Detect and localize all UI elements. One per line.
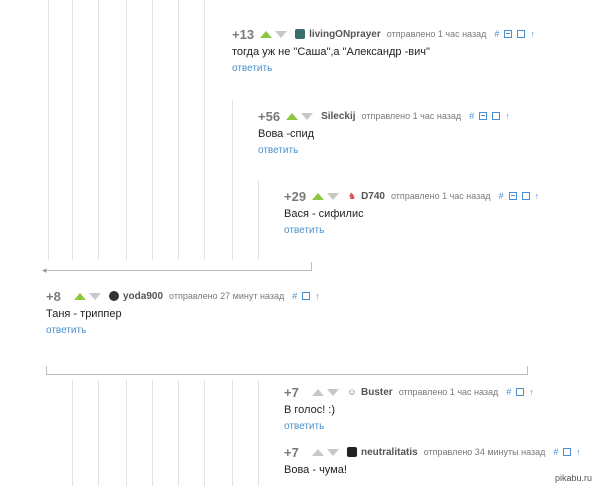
comment: +56 Sileckij отправлено 1 час назад # ↑ … bbox=[258, 108, 515, 158]
comment-text: Вова - чума! bbox=[284, 464, 347, 476]
comment-text: тогда уж не "Саша",а "Александр -вич" bbox=[232, 46, 430, 58]
thread-line bbox=[48, 0, 49, 260]
hash-link[interactable]: # bbox=[494, 29, 499, 39]
up-link[interactable]: ↑ bbox=[529, 387, 534, 397]
thread-line bbox=[126, 380, 127, 486]
comment-text: Вова -спид bbox=[258, 128, 315, 140]
thread-line bbox=[204, 380, 205, 486]
comment-rating: +56 bbox=[258, 108, 281, 124]
comment-time: отправлено 1 час назад bbox=[386, 29, 487, 39]
comment-rating: +13 bbox=[232, 26, 255, 42]
avatar[interactable]: ♞ bbox=[347, 191, 358, 201]
avatar[interactable]: ☺ bbox=[347, 387, 357, 397]
comment-time: отправлено 27 минут назад bbox=[169, 291, 285, 301]
save-icon[interactable] bbox=[521, 192, 530, 200]
collapse-icon[interactable] bbox=[508, 192, 517, 200]
thread-line bbox=[98, 0, 99, 260]
up-link[interactable]: ↑ bbox=[576, 447, 581, 457]
comment: +7 neutralitatis отправлено 34 минуты на… bbox=[284, 444, 586, 477]
hash-link[interactable]: # bbox=[553, 447, 558, 457]
collapse-icon[interactable] bbox=[479, 112, 488, 120]
save-icon[interactable] bbox=[517, 30, 526, 38]
comment-rating: +29 bbox=[284, 188, 307, 204]
upvote-icon[interactable] bbox=[312, 388, 324, 396]
comment-text: Вася - сифилис bbox=[284, 208, 364, 220]
comment-rating: +8 bbox=[46, 288, 61, 304]
thread-line bbox=[98, 380, 99, 486]
thread-line bbox=[232, 100, 233, 260]
comment-text: В голос! :) bbox=[284, 404, 336, 416]
comment: +29 ♞ D740 отправлено 1 час назад # ↑ Ва… bbox=[284, 188, 544, 238]
thread-line bbox=[232, 380, 233, 486]
thread-line bbox=[72, 380, 73, 486]
comment: +8 yoda900 отправлено 27 минут назад # ↑… bbox=[46, 288, 325, 338]
thread-line bbox=[258, 380, 259, 486]
comment: +7 ☺ Buster отправлено 1 час назад # ↑ В… bbox=[284, 384, 539, 434]
thread-line bbox=[178, 380, 179, 486]
comment-author[interactable]: livingONprayer bbox=[309, 29, 381, 40]
hash-link[interactable]: # bbox=[499, 191, 504, 201]
collapse-bracket[interactable] bbox=[46, 366, 528, 375]
comment-time: отправлено 1 час назад bbox=[361, 111, 462, 121]
comment-rating: +7 bbox=[284, 384, 299, 400]
reply-link[interactable]: ответить bbox=[284, 225, 324, 236]
save-icon[interactable] bbox=[302, 292, 311, 300]
comment-author[interactable]: Buster bbox=[361, 387, 393, 398]
collapse-icon[interactable] bbox=[504, 30, 513, 38]
comment-author[interactable]: D740 bbox=[361, 191, 385, 202]
avatar[interactable] bbox=[109, 291, 119, 301]
thread-line bbox=[152, 0, 153, 260]
up-link[interactable]: ↑ bbox=[315, 291, 320, 301]
reply-link[interactable]: ответить bbox=[232, 63, 272, 74]
comment-text: Таня - триппер bbox=[46, 308, 122, 320]
comment-time: отправлено 1 час назад bbox=[390, 191, 491, 201]
downvote-icon[interactable] bbox=[327, 448, 339, 456]
thread-line bbox=[152, 380, 153, 486]
thread-line bbox=[126, 0, 127, 260]
downvote-icon[interactable] bbox=[327, 192, 340, 200]
save-icon[interactable] bbox=[492, 112, 501, 120]
collapse-bracket[interactable] bbox=[46, 262, 312, 271]
thread-line bbox=[72, 0, 73, 260]
downvote-icon[interactable] bbox=[327, 388, 339, 396]
comment-author[interactable]: yoda900 bbox=[123, 291, 163, 302]
up-link[interactable]: ↑ bbox=[530, 29, 535, 39]
comment-rating: +7 bbox=[284, 444, 299, 460]
comment-author[interactable]: neutralitatis bbox=[361, 447, 418, 458]
upvote-icon[interactable] bbox=[312, 192, 325, 200]
reply-link[interactable]: ответить bbox=[258, 145, 298, 156]
reply-link[interactable]: ответить bbox=[284, 421, 324, 432]
upvote-icon[interactable] bbox=[74, 292, 86, 300]
arrow-left-icon: ◂ bbox=[42, 265, 47, 275]
comment: +13 livingONprayer отправлено 1 час наза… bbox=[232, 26, 540, 76]
thread-line bbox=[178, 0, 179, 260]
thread-line bbox=[258, 180, 259, 260]
comment-time: отправлено 34 минуты назад bbox=[423, 447, 546, 457]
save-icon[interactable] bbox=[563, 448, 572, 456]
up-link[interactable]: ↑ bbox=[505, 111, 510, 121]
watermark: pikabu.ru bbox=[554, 473, 592, 483]
upvote-icon[interactable] bbox=[312, 448, 324, 456]
hash-link[interactable]: # bbox=[292, 291, 297, 301]
upvote-icon[interactable] bbox=[286, 112, 299, 120]
upvote-icon[interactable] bbox=[260, 30, 273, 38]
reply-link[interactable]: ответить bbox=[46, 325, 86, 336]
comment-time: отправлено 1 час назад bbox=[398, 387, 499, 397]
downvote-icon[interactable] bbox=[275, 30, 288, 38]
comment-author[interactable]: Sileckij bbox=[321, 111, 355, 122]
thread-line bbox=[204, 0, 205, 260]
hash-link[interactable]: # bbox=[469, 111, 474, 121]
save-icon[interactable] bbox=[516, 388, 525, 396]
hash-link[interactable]: # bbox=[506, 387, 511, 397]
avatar[interactable] bbox=[347, 447, 357, 457]
downvote-icon[interactable] bbox=[301, 112, 314, 120]
downvote-icon[interactable] bbox=[89, 292, 101, 300]
avatar[interactable] bbox=[295, 29, 306, 39]
up-link[interactable]: ↑ bbox=[535, 191, 540, 201]
